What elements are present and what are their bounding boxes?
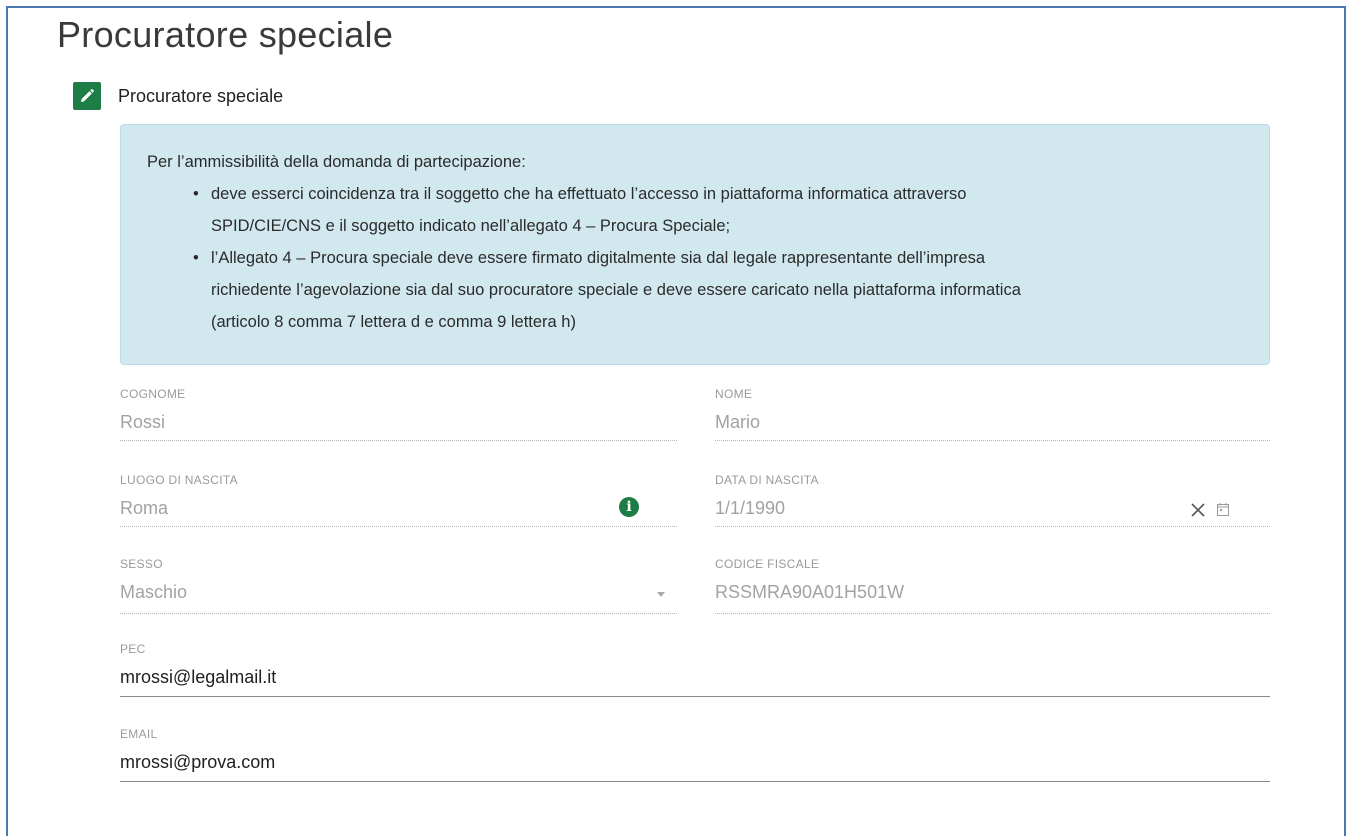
nome-underline [715, 440, 1270, 441]
sesso-value: Maschio [120, 582, 188, 602]
nome-label: NOME [715, 387, 753, 401]
luogo-nascita-underline [120, 526, 677, 527]
codice-fiscale-field[interactable]: CODICE FISCALE RSSMRA90A01H501W [715, 557, 1270, 615]
sesso-select[interactable]: SESSO Maschio [120, 557, 677, 615]
codice-fiscale-value: RSSMRA90A01H501W [715, 582, 905, 602]
pec-value: mrossi@legalmail.it [120, 667, 277, 687]
calendar-icon[interactable] [1217, 503, 1229, 516]
pec-field[interactable]: PEC mrossi@legalmail.it [120, 642, 1270, 698]
data-nascita-value: 1/1/1990 [715, 498, 786, 518]
sesso-underline [120, 613, 677, 614]
codice-fiscale-underline [715, 613, 1270, 614]
cognome-underline [120, 440, 677, 441]
luogo-nascita-label: LUOGO DI NASCITA [120, 473, 238, 487]
pec-label: PEC [120, 642, 146, 656]
cognome-field[interactable]: COGNOME Rossi [120, 387, 677, 443]
data-nascita-field[interactable]: DATA DI NASCITA 1/1/1990 [715, 473, 1270, 529]
info-bullet: l’Allegato 4 – Procura speciale deve ess… [193, 242, 1243, 338]
info-list: deve esserci coincidenza tra il soggetto… [147, 178, 1243, 338]
section-title: Procuratore speciale [118, 85, 284, 106]
email-field[interactable]: EMAIL mrossi@prova.com [120, 727, 1270, 783]
luogo-nascita-value: Roma [120, 498, 169, 518]
email-value: mrossi@prova.com [120, 752, 276, 772]
info-intro: Per l’ammissibilità della domanda di par… [147, 153, 526, 171]
info-icon[interactable]: i [619, 497, 639, 517]
cognome-value: Rossi [120, 412, 166, 432]
chevron-down-icon[interactable] [657, 592, 665, 597]
cognome-label: COGNOME [120, 387, 186, 401]
luogo-nascita-field[interactable]: LUOGO DI NASCITA Roma i [120, 473, 677, 529]
codice-fiscale-label: CODICE FISCALE [715, 557, 820, 571]
clear-icon[interactable] [1190, 502, 1206, 518]
data-nascita-underline [715, 526, 1270, 527]
email-label: EMAIL [120, 727, 158, 741]
data-nascita-label: DATA DI NASCITA [715, 473, 819, 487]
info-bullet-line: richiedente l’agevolazione sia dal suo p… [211, 281, 1021, 299]
info-bullet-line: (articolo 8 comma 7 lettera d e comma 9 … [211, 313, 576, 331]
section-header: Procuratore speciale [73, 82, 283, 110]
edit-button[interactable] [73, 82, 101, 110]
nome-field[interactable]: NOME Mario [715, 387, 1270, 443]
pec-underline [120, 696, 1270, 697]
email-underline [120, 781, 1270, 782]
info-box: Per l’ammissibilità della domanda di par… [120, 124, 1270, 365]
info-bullet-line: deve esserci coincidenza tra il soggetto… [211, 185, 967, 203]
page-title: Procuratore speciale [57, 14, 394, 55]
info-bullet: deve esserci coincidenza tra il soggetto… [193, 178, 1243, 242]
pencil-icon [81, 89, 94, 102]
info-bullet-line: SPID/CIE/CNS e il soggetto indicato nell… [211, 217, 731, 235]
nome-value: Mario [715, 412, 761, 432]
info-bullet-line: l’Allegato 4 – Procura speciale deve ess… [211, 249, 986, 267]
sesso-label: SESSO [120, 557, 163, 571]
